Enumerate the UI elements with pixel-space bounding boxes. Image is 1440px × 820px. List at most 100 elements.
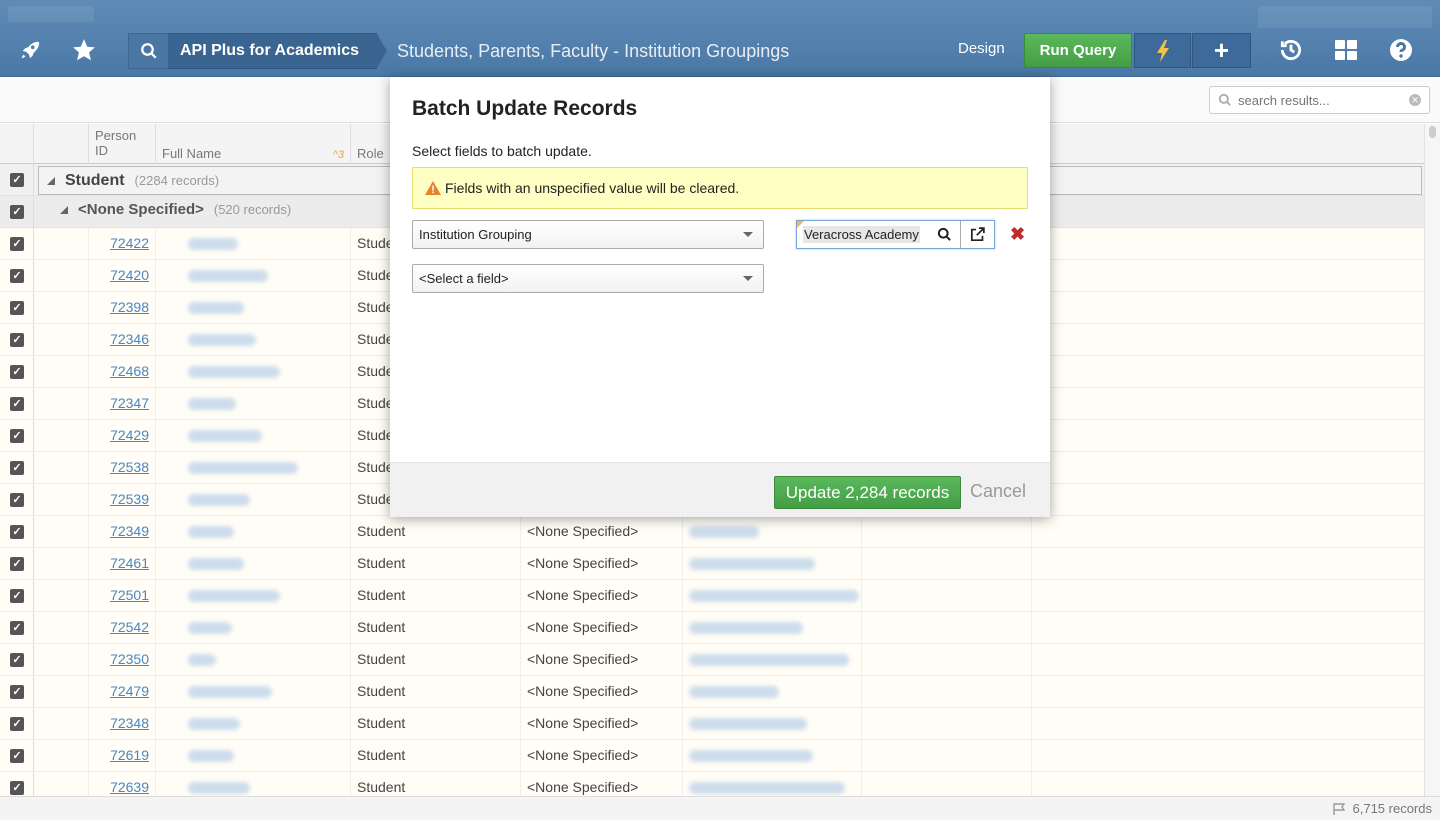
help-icon[interactable]	[1384, 32, 1418, 68]
table-row[interactable]: ✓ 72350 Student <None Specified>	[0, 644, 1424, 676]
redacted-name[interactable]	[188, 654, 216, 667]
checkbox[interactable]: ✓	[10, 205, 24, 219]
redacted-name[interactable]	[188, 494, 250, 507]
redacted-name[interactable]	[188, 334, 256, 347]
full-name-cell[interactable]	[156, 228, 351, 260]
redacted-email[interactable]	[689, 654, 849, 667]
redacted-name[interactable]	[188, 430, 262, 443]
field-select-2[interactable]: <Select a field>	[412, 264, 764, 293]
email-cell[interactable]	[683, 548, 862, 580]
clear-icon[interactable]: ✕	[1409, 94, 1421, 106]
checkbox[interactable]: ✓	[10, 301, 24, 315]
star-icon[interactable]	[66, 32, 102, 68]
collapse-triangle-icon[interactable]	[47, 176, 55, 185]
checkbox[interactable]: ✓	[10, 781, 24, 795]
full-name-cell[interactable]	[156, 516, 351, 548]
person-id-link[interactable]: 72539	[110, 491, 149, 507]
redacted-name[interactable]	[188, 782, 250, 795]
col-full-name[interactable]: Full Name ^3	[156, 124, 351, 164]
search-input[interactable]	[1238, 92, 1406, 108]
full-name-cell[interactable]	[156, 772, 351, 796]
checkbox[interactable]: ✓	[10, 621, 24, 635]
redacted-email[interactable]	[689, 526, 759, 539]
grid-icon[interactable]	[1329, 32, 1363, 68]
person-id-link[interactable]: 72461	[110, 555, 149, 571]
email-cell[interactable]	[683, 676, 862, 708]
bolt-icon[interactable]	[1134, 33, 1191, 68]
full-name-cell[interactable]	[156, 644, 351, 676]
email-cell[interactable]	[683, 708, 862, 740]
update-records-button[interactable]: Update 2,284 records	[774, 476, 961, 509]
person-id-link[interactable]: 72350	[110, 651, 149, 667]
email-cell[interactable]	[683, 580, 862, 612]
cancel-button[interactable]: Cancel	[970, 481, 1026, 502]
table-row[interactable]: ✓ 72501 Student <None Specified>	[0, 580, 1424, 612]
checkbox[interactable]: ✓	[10, 525, 24, 539]
checkbox[interactable]: ✓	[10, 461, 24, 475]
redacted-name[interactable]	[188, 590, 280, 603]
full-name-cell[interactable]	[156, 388, 351, 420]
redacted-name[interactable]	[188, 366, 280, 379]
person-id-link[interactable]: 72479	[110, 683, 149, 699]
redacted-email[interactable]	[689, 622, 803, 635]
table-row[interactable]: ✓ 72461 Student <None Specified>	[0, 548, 1424, 580]
redacted-name[interactable]	[188, 398, 236, 411]
redacted-name[interactable]	[188, 686, 272, 699]
value-lookup[interactable]: Veracross Academy	[796, 220, 995, 249]
person-id-link[interactable]: 72501	[110, 587, 149, 603]
redacted-name[interactable]	[188, 238, 238, 251]
full-name-cell[interactable]	[156, 484, 351, 516]
design-link[interactable]: Design	[958, 40, 1005, 57]
full-name-cell[interactable]	[156, 420, 351, 452]
lookup-value[interactable]: Veracross Academy	[797, 221, 927, 248]
person-id-link[interactable]: 72347	[110, 395, 149, 411]
redacted-email[interactable]	[689, 782, 845, 795]
table-row[interactable]: ✓ 72619 Student <None Specified>	[0, 740, 1424, 772]
full-name-cell[interactable]	[156, 676, 351, 708]
email-cell[interactable]	[683, 740, 862, 772]
full-name-cell[interactable]	[156, 612, 351, 644]
person-id-link[interactable]: 72639	[110, 779, 149, 795]
person-id-link[interactable]: 72348	[110, 715, 149, 731]
redacted-name[interactable]	[188, 526, 234, 539]
redacted-name[interactable]	[188, 302, 244, 315]
full-name-cell[interactable]	[156, 548, 351, 580]
full-name-cell[interactable]	[156, 580, 351, 612]
table-row[interactable]: ✓ 72639 Student <None Specified>	[0, 772, 1424, 796]
full-name-cell[interactable]	[156, 260, 351, 292]
person-id-link[interactable]: 72542	[110, 619, 149, 635]
checkbox[interactable]: ✓	[10, 557, 24, 571]
field-select-1[interactable]: Institution Grouping	[412, 220, 764, 249]
full-name-cell[interactable]	[156, 740, 351, 772]
checkbox[interactable]: ✓	[10, 269, 24, 283]
table-row[interactable]: ✓ 72542 Student <None Specified>	[0, 612, 1424, 644]
subgroup-header[interactable]: <None Specified> (520 records)	[60, 201, 291, 218]
checkbox[interactable]: ✓	[10, 493, 24, 507]
results-search[interactable]: ✕	[1209, 86, 1430, 114]
checkbox[interactable]: ✓	[10, 653, 24, 667]
redacted-name[interactable]	[188, 718, 240, 731]
redacted-email[interactable]	[689, 590, 859, 603]
external-link-icon[interactable]	[960, 221, 994, 248]
table-row[interactable]: ✓ 72348 Student <None Specified>	[0, 708, 1424, 740]
remove-field-button[interactable]: ✖	[1010, 224, 1025, 244]
email-cell[interactable]	[683, 612, 862, 644]
table-row[interactable]: ✓ 72349 Student <None Specified>	[0, 516, 1424, 548]
email-cell[interactable]	[683, 772, 862, 796]
checkbox[interactable]: ✓	[10, 717, 24, 731]
person-id-link[interactable]: 72619	[110, 747, 149, 763]
redacted-name[interactable]	[188, 750, 234, 763]
full-name-cell[interactable]	[156, 708, 351, 740]
checkbox[interactable]: ✓	[10, 365, 24, 379]
full-name-cell[interactable]	[156, 324, 351, 356]
breadcrumb-app-name[interactable]: API Plus for Academics	[168, 33, 388, 69]
checkbox[interactable]: ✓	[10, 237, 24, 251]
scroll-thumb[interactable]	[1429, 126, 1436, 138]
redacted-name[interactable]	[188, 462, 298, 475]
person-id-link[interactable]: 72420	[110, 267, 149, 283]
redacted-name[interactable]	[188, 622, 232, 635]
person-id-link[interactable]: 72538	[110, 459, 149, 475]
email-cell[interactable]	[683, 644, 862, 676]
checkbox[interactable]: ✓	[10, 749, 24, 763]
person-id-link[interactable]: 72422	[110, 235, 149, 251]
